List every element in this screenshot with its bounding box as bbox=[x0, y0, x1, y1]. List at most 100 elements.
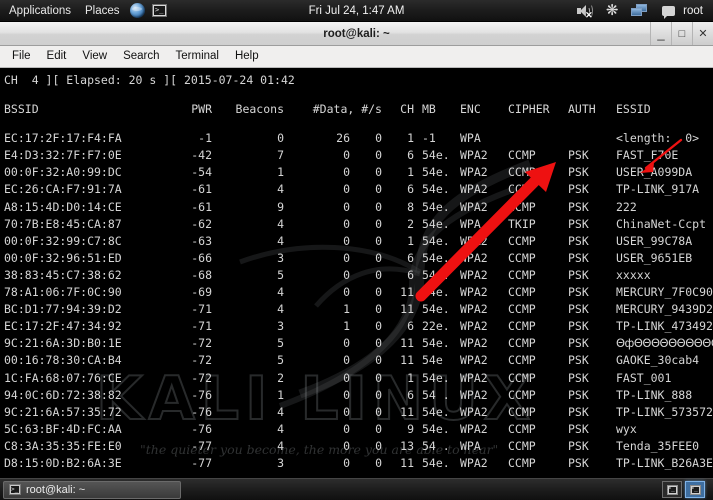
window-titlebar[interactable]: root@kali: ~ _ □ ✕ bbox=[0, 22, 713, 46]
cell-auth: PSK bbox=[568, 370, 589, 385]
cell-bssid: EC:26:CA:F7:91:7A bbox=[4, 182, 122, 197]
cell-pwr: -76 bbox=[191, 387, 212, 402]
cell-data: 0 bbox=[343, 387, 350, 402]
workspace-2[interactable] bbox=[685, 481, 705, 498]
cell-pwr: -72 bbox=[191, 353, 212, 368]
cell-mb: 54e. bbox=[422, 285, 450, 300]
cell-essid: USER_A099DA bbox=[616, 165, 693, 180]
cell-pwr: -76 bbox=[191, 421, 212, 436]
cell-essid: 222 bbox=[616, 199, 637, 214]
cell-persec: 0 bbox=[375, 216, 382, 231]
table-row: 00:0F:32:A0:99:DC -54 1 0 0 1 54e. WPA2 CCMP PSK U… bbox=[4, 164, 713, 181]
cell-ch: 11 bbox=[400, 285, 414, 300]
cell-mb: 54e. bbox=[422, 216, 450, 231]
volume-muted-icon[interactable]: ✕ bbox=[571, 1, 597, 21]
taskbar-window-button[interactable]: root@kali: ~ bbox=[3, 480, 181, 499]
cell-beacons: 5 bbox=[277, 267, 284, 282]
cell-cipher: CCMP bbox=[508, 182, 536, 197]
cell-mb: 54e. bbox=[422, 302, 450, 317]
bluetooth-icon[interactable]: ❋ bbox=[599, 1, 625, 21]
cell-cipher: CCMP bbox=[508, 370, 536, 385]
cell-ch: 11 bbox=[400, 404, 414, 419]
chat-icon[interactable] bbox=[655, 1, 681, 21]
cell-essid: TP-LINK_917A bbox=[616, 182, 700, 197]
menu-help[interactable]: Help bbox=[227, 46, 267, 67]
terminal-body[interactable]: KALI LINUX "the quieter you become, the … bbox=[0, 68, 713, 478]
cell-essid: xxxxx bbox=[616, 267, 651, 282]
cell-persec: 0 bbox=[375, 165, 382, 180]
user-menu[interactable]: root bbox=[683, 5, 707, 17]
cell-persec: 0 bbox=[375, 438, 382, 453]
cell-pwr: -42 bbox=[191, 148, 212, 163]
cell-enc: WPA2 bbox=[460, 421, 488, 436]
cell-bssid: 00:16:78:30:CA:B4 bbox=[4, 353, 122, 368]
cell-pwr: -76 bbox=[191, 404, 212, 419]
cell-bssid: EC:17:2F:17:F4:FA bbox=[4, 131, 122, 146]
cell-ch: 1 bbox=[407, 165, 414, 180]
cell-bssid: 00:0F:32:99:C7:8C bbox=[4, 233, 122, 248]
cell-enc: WPA2 bbox=[460, 285, 488, 300]
cell-enc: WPA bbox=[460, 216, 481, 231]
cell-data: 0 bbox=[343, 421, 350, 436]
menu-terminal[interactable]: Terminal bbox=[168, 46, 227, 67]
cell-essid: <length: 0> bbox=[616, 131, 700, 146]
menu-file[interactable]: File bbox=[4, 46, 39, 67]
cell-ch: 11 bbox=[400, 336, 414, 351]
cell-auth: PSK bbox=[568, 148, 589, 163]
cell-enc: WPA2 bbox=[460, 233, 488, 248]
cell-enc: WPA2 bbox=[460, 336, 488, 351]
terminal-icon[interactable] bbox=[150, 2, 170, 20]
cell-data: 0 bbox=[343, 336, 350, 351]
cell-beacons: 5 bbox=[277, 336, 284, 351]
cell-persec: 0 bbox=[375, 319, 382, 334]
cell-essid: TP-LINK_888 bbox=[616, 387, 693, 402]
cell-persec: 0 bbox=[375, 336, 382, 351]
menu-view[interactable]: View bbox=[74, 46, 115, 67]
menu-edit[interactable]: Edit bbox=[39, 46, 75, 67]
cell-enc: WPA2 bbox=[460, 302, 488, 317]
cell-bssid: 00:0F:32:A0:99:DC bbox=[4, 165, 122, 180]
cell-beacons: 4 bbox=[277, 421, 284, 436]
cell-beacons: 3 bbox=[277, 250, 284, 265]
cell-auth: PSK bbox=[568, 404, 589, 419]
minimize-button[interactable]: _ bbox=[650, 22, 671, 45]
network-icon[interactable] bbox=[627, 1, 653, 21]
cell-mb: 22e. bbox=[422, 319, 450, 334]
header-essid: ESSID bbox=[616, 102, 651, 117]
places-menu[interactable]: Places bbox=[78, 0, 127, 22]
cell-mb: 54e. bbox=[422, 336, 450, 351]
cell-essid: wyx bbox=[616, 421, 637, 436]
cell-auth: PSK bbox=[568, 319, 589, 334]
table-row: EC:17:2F:47:34:92 -71 3 1 0 6 22e. WPA2 CCMP PSK T… bbox=[4, 318, 713, 335]
workspace-1[interactable] bbox=[662, 481, 682, 498]
cell-auth: PSK bbox=[568, 165, 589, 180]
header-data: #Data, #/s bbox=[312, 102, 382, 117]
workspace-switcher bbox=[662, 481, 713, 498]
table-row: BC:D1:77:94:39:D2 -71 4 1 0 11 54e. WPA2 CCMP PSK… bbox=[4, 301, 713, 318]
cell-beacons: 4 bbox=[277, 216, 284, 231]
maximize-button[interactable]: □ bbox=[671, 22, 692, 45]
cell-ch: 1 bbox=[407, 233, 414, 248]
close-button[interactable]: ✕ bbox=[692, 22, 713, 45]
menu-search[interactable]: Search bbox=[115, 46, 167, 67]
terminal-window: root@kali: ~ _ □ ✕ File Edit View Search… bbox=[0, 22, 713, 478]
cell-beacons: 3 bbox=[277, 455, 284, 470]
applications-menu[interactable]: Applications bbox=[2, 0, 78, 22]
cell-bssid: 1C:FA:68:07:76:CE bbox=[4, 370, 122, 385]
cell-beacons: 2 bbox=[277, 370, 284, 385]
cell-auth: PSK bbox=[568, 233, 589, 248]
cell-cipher: CCMP bbox=[508, 250, 536, 265]
cell-essid: MERCURY_7F0C90 bbox=[616, 285, 713, 300]
cell-persec: 0 bbox=[375, 182, 382, 197]
cell-enc: WPA2 bbox=[460, 353, 488, 368]
table-row: 9C:21:6A:57:35:72 -76 4 0 0 11 54e. WPA2 CCMP PSK… bbox=[4, 404, 713, 421]
cell-data: 0 bbox=[343, 182, 350, 197]
cell-bssid: 9C:21:6A:3D:B0:1E bbox=[4, 336, 122, 351]
cell-pwr: -63 bbox=[191, 233, 212, 248]
table-row: E4:D3:32:7F:F7:0E -42 7 0 0 6 54e. WPA2 CCMP PSK F… bbox=[4, 147, 713, 164]
cell-pwr: -69 bbox=[191, 285, 212, 300]
cell-mb: 54e. bbox=[422, 199, 450, 214]
cell-ch: 11 bbox=[400, 302, 414, 317]
web-browser-icon[interactable] bbox=[128, 2, 148, 20]
cell-mb: 54e. bbox=[422, 421, 450, 436]
